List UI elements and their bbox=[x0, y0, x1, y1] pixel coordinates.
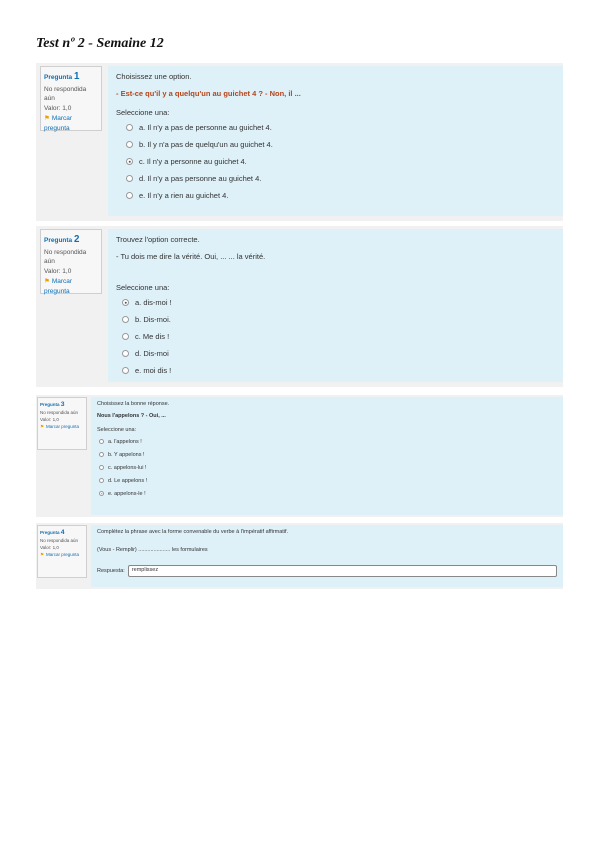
question-status: No respondida aún bbox=[40, 538, 79, 544]
question-number: 1 bbox=[73, 71, 80, 82]
question-info-4: Pregunta 4 No respondida aún Valor: 1,0 … bbox=[37, 525, 87, 578]
question-points: Valor: 1,0 bbox=[44, 105, 72, 113]
flag-question-link[interactable]: ⚑ Marcar pregunta bbox=[44, 114, 98, 134]
question-text: - Est-ce qu'il y a quelqu'un au guichet … bbox=[116, 89, 301, 98]
options-list: a. l'appelons ! b. Y appelons ! c. appel… bbox=[97, 435, 557, 500]
question-stem: Trouvez l'option correcte. bbox=[116, 235, 200, 244]
question-3: Pregunta 3 No respondida aún Valor: 1,0 … bbox=[36, 395, 563, 517]
document-title: Test nº 2 - Semaine 12 bbox=[36, 36, 164, 51]
answer-input[interactable]: remplissez bbox=[127, 565, 557, 577]
options-list: a. Il n'y a pas de personne au guichet 4… bbox=[116, 119, 555, 204]
question-number: 2 bbox=[73, 234, 80, 245]
question-content-3: Choisissez la bonne réponse. Nous l'appe… bbox=[91, 397, 563, 515]
question-content-2: Trouvez l'option correcte. - Tu dois me … bbox=[108, 229, 563, 382]
question-stem: Complétez la phrase avec la forme conven… bbox=[97, 529, 289, 535]
radio-button-selected[interactable] bbox=[99, 491, 104, 496]
select-label: Seleccione una: bbox=[116, 283, 170, 292]
flag-question-link[interactable]: ⚑ Marcar pregunta bbox=[44, 277, 98, 297]
question-info-2: Pregunta 2 No respondida aún Valor: 1,0 … bbox=[40, 229, 102, 297]
question-info-1: Pregunta 1 No respondida aún Valor: 1,0 … bbox=[40, 66, 102, 134]
question-status: No respondida aún bbox=[44, 248, 87, 266]
question-status: No respondida aún bbox=[40, 410, 79, 416]
question-1: Pregunta 1 No respondida aún Valor: 1,0 … bbox=[36, 63, 563, 221]
option-d[interactable]: d. Dis-moi bbox=[122, 345, 555, 362]
answer-label: Respuesta: bbox=[97, 568, 125, 574]
flag-icon: ⚑ bbox=[40, 423, 45, 429]
option-c[interactable]: c. Il n'y a personne au guichet 4. bbox=[126, 153, 555, 170]
question-points: Valor: 1,0 bbox=[40, 416, 59, 422]
question-content-1: Choisissez une option. - Est-ce qu'il y … bbox=[108, 66, 563, 216]
answer-row: Respuesta: remplissez bbox=[97, 565, 557, 577]
option-d[interactable]: d. Le appelons ! bbox=[99, 474, 557, 487]
option-a[interactable]: a. Il n'y a pas de personne au guichet 4… bbox=[126, 119, 555, 136]
option-b[interactable]: b. Dis-moi. bbox=[122, 311, 555, 328]
option-c[interactable]: c. appelons-lui ! bbox=[99, 461, 557, 474]
flag-question-link[interactable]: ⚑ Marcar pregunta bbox=[40, 552, 84, 559]
question-label: Pregunta bbox=[40, 402, 60, 407]
question-info-3: Pregunta 3 No respondida aún Valor: 1,0 … bbox=[37, 397, 87, 450]
radio-button[interactable] bbox=[126, 124, 133, 131]
radio-button[interactable] bbox=[126, 192, 133, 199]
radio-button[interactable] bbox=[122, 350, 129, 357]
question-2: Pregunta 2 No respondida aún Valor: 1,0 … bbox=[36, 226, 563, 387]
option-a[interactable]: a. l'appelons ! bbox=[99, 435, 557, 448]
option-e[interactable]: e. moi dis ! bbox=[122, 362, 555, 379]
radio-button[interactable] bbox=[99, 465, 104, 470]
select-label: Seleccione una: bbox=[97, 427, 137, 433]
radio-button-selected[interactable] bbox=[122, 299, 129, 306]
question-label: Pregunta bbox=[40, 530, 60, 535]
option-b[interactable]: b. Il y n'a pas de quelqu'un au guichet … bbox=[126, 136, 555, 153]
question-content-4: Complétez la phrase avec la forme conven… bbox=[91, 525, 563, 587]
question-text: - Tu dois me dire la vérité. Oui, ... ..… bbox=[116, 252, 266, 261]
options-list: a. dis-moi ! b. Dis-moi. c. Me dis ! d. … bbox=[116, 294, 555, 379]
option-c[interactable]: c. Me dis ! bbox=[122, 328, 555, 345]
radio-button[interactable] bbox=[99, 452, 104, 457]
question-number: 4 bbox=[60, 529, 65, 536]
question-text: (Vous - Remplir) ..................... l… bbox=[97, 547, 208, 553]
flag-icon: ⚑ bbox=[44, 277, 50, 285]
flag-question-link[interactable]: ⚑ Marcar pregunta bbox=[40, 424, 84, 431]
radio-button[interactable] bbox=[126, 141, 133, 148]
option-e[interactable]: e. Il n'y a rien au guichet 4. bbox=[126, 187, 555, 204]
radio-button[interactable] bbox=[99, 439, 104, 444]
question-points: Valor: 1,0 bbox=[44, 268, 72, 276]
radio-button[interactable] bbox=[122, 367, 129, 374]
radio-button[interactable] bbox=[126, 175, 133, 182]
flag-icon: ⚑ bbox=[44, 114, 50, 122]
question-stem: Choisissez une option. bbox=[116, 72, 192, 81]
question-4: Pregunta 4 No respondida aún Valor: 1,0 … bbox=[36, 523, 563, 589]
question-label: Pregunta bbox=[44, 74, 73, 81]
radio-button[interactable] bbox=[122, 333, 129, 340]
radio-button[interactable] bbox=[99, 478, 104, 483]
option-d[interactable]: d. Il n'y a pas personne au guichet 4. bbox=[126, 170, 555, 187]
question-points: Valor: 1,0 bbox=[40, 544, 59, 550]
question-number: 3 bbox=[60, 401, 65, 408]
select-label: Seleccione una: bbox=[116, 108, 170, 117]
radio-button[interactable] bbox=[122, 316, 129, 323]
option-a[interactable]: a. dis-moi ! bbox=[122, 294, 555, 311]
option-e[interactable]: e. appelons-le ! bbox=[99, 487, 557, 500]
radio-button-selected[interactable] bbox=[126, 158, 133, 165]
option-b[interactable]: b. Y appelons ! bbox=[99, 448, 557, 461]
question-text: Nous l'appelons ? - Oui, ... bbox=[97, 413, 166, 419]
flag-icon: ⚑ bbox=[40, 551, 45, 557]
question-label: Pregunta bbox=[44, 237, 73, 244]
question-stem: Choisissez la bonne réponse. bbox=[97, 401, 170, 407]
question-status: No respondida aún bbox=[44, 85, 87, 103]
